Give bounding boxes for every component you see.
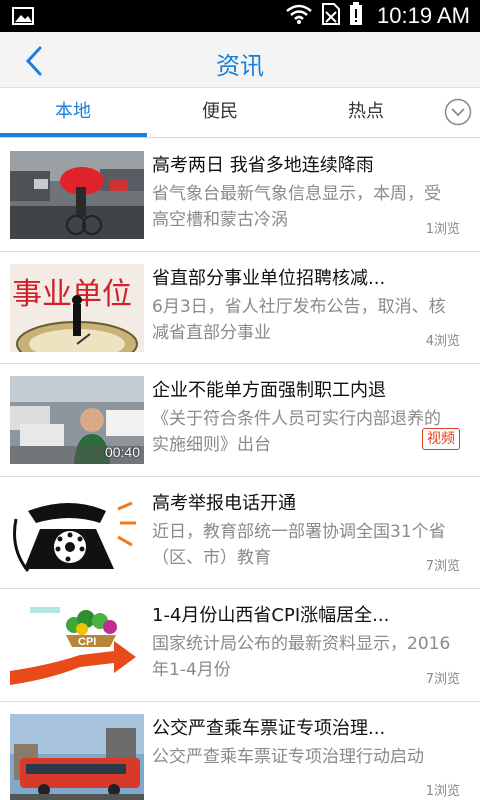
video-badge: 视频 xyxy=(422,427,460,450)
news-title: 高考举报电话开通 xyxy=(152,492,296,514)
view-count: 7浏览 xyxy=(425,671,460,687)
news-title: 省直部分事业单位招聘核减... xyxy=(152,267,386,289)
news-summary: 公交严查乘车票证专项治理行动启动 xyxy=(152,746,424,767)
wifi-icon xyxy=(285,3,313,29)
video-duration: 00:40 xyxy=(104,444,140,460)
page-title: 资讯 xyxy=(216,52,264,80)
news-item[interactable]: CPI 1-4月份山西省CPI涨幅居全... 国家统计局公布的最新资料显示，20… xyxy=(0,589,480,702)
news-item[interactable]: 高考举报电话开通 近日，教育部统一部署协调全国31个省（区、市）教育 7浏览 xyxy=(0,476,480,589)
view-count: 1浏览 xyxy=(425,221,460,237)
news-thumbnail xyxy=(10,713,144,800)
news-item[interactable]: 公交严查乘车票证专项治理... 公交严查乘车票证专项治理行动启动 1浏览 xyxy=(0,701,480,800)
no-sim-icon xyxy=(321,2,341,30)
video-thumbnail: 00:40 xyxy=(10,376,144,464)
news-summary: 省气象台最新气象信息显示，本周，受高空槽和蒙古冷涡 xyxy=(152,184,441,230)
view-count: 4浏览 xyxy=(425,334,460,349)
news-summary: 《关于符合条件人员可实行内部退养的实施细则》出台 xyxy=(152,409,441,455)
status-bar: 10:19 AM xyxy=(0,0,480,32)
tab-convenience[interactable]: 便民 xyxy=(147,88,293,138)
news-summary: 近日，教育部统一部署协调全国31个省（区、市）教育 xyxy=(152,521,446,568)
app-header: 资讯 xyxy=(0,32,480,88)
chevron-down-circle-icon xyxy=(444,98,472,126)
news-thumbnail: CPI xyxy=(10,601,144,689)
news-title: 高考两日 我省多地连续降雨 xyxy=(152,155,374,176)
news-title: 企业不能单方面强制职工内退 xyxy=(152,380,386,401)
tab-local[interactable]: 本地 xyxy=(0,88,146,138)
news-title: 公交严查乘车票证专项治理... xyxy=(152,717,386,739)
news-summary: 国家统计局公布的最新资料显示，2016年1-4月份 xyxy=(152,634,451,680)
view-count: 1浏览 xyxy=(425,784,460,799)
news-thumbnail xyxy=(10,488,144,577)
news-thumbnail: 事业单位 xyxy=(10,263,144,352)
thumbnail-text: CPI xyxy=(78,636,96,648)
view-count: 7浏览 xyxy=(425,559,460,574)
news-list: 高考两日 我省多地连续降雨 省气象台最新气象信息显示，本周，受高空槽和蒙古冷涡 … xyxy=(0,139,480,800)
thumbnail-text: 事业单位 xyxy=(12,277,132,312)
tab-hot[interactable]: 热点 xyxy=(293,88,439,138)
news-thumbnail xyxy=(10,151,144,239)
clock: 10:19 AM xyxy=(377,3,470,28)
news-item[interactable]: 00:40 企业不能单方面强制职工内退 《关于符合条件人员可实行内部退养的实施细… xyxy=(0,364,480,477)
news-item[interactable]: 高考两日 我省多地连续降雨 省气象台最新气象信息显示，本周，受高空槽和蒙古冷涡 … xyxy=(0,139,480,252)
tab-indicator xyxy=(0,133,147,137)
news-title: 1-4月份山西省CPI涨幅居全... xyxy=(152,605,390,626)
gallery-notification-icon xyxy=(12,7,34,29)
tab-more-button[interactable] xyxy=(444,98,472,126)
news-item[interactable]: 事业单位 省直部分事业单位招聘核减... 6月3日，省人社厅发布公告，取消、核减… xyxy=(0,251,480,364)
news-summary: 6月3日，省人社厅发布公告，取消、核减省直部分事业 xyxy=(152,296,446,343)
battery-alert-icon xyxy=(349,2,363,30)
tab-bar: 本地 便民 热点 xyxy=(0,88,480,138)
